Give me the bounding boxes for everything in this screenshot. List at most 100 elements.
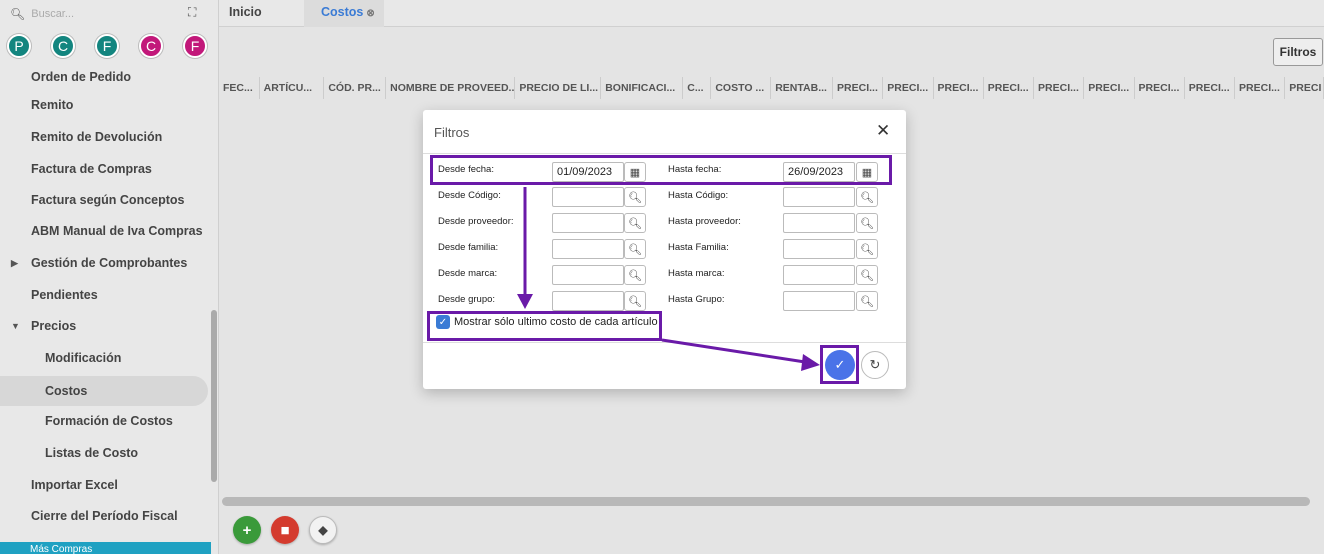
- desde-proveedor-label: Desde proveedor:: [438, 216, 514, 227]
- grid-column-header[interactable]: PRECI...: [1185, 77, 1236, 99]
- sidebar-item-cierre-periodo[interactable]: Cierre del Período Fiscal: [0, 501, 208, 531]
- grid-column-header[interactable]: PRECI...: [1135, 77, 1185, 99]
- grid-column-header[interactable]: PRECI...: [984, 77, 1035, 99]
- sidebar-item-modificacion[interactable]: Modificación: [0, 343, 208, 373]
- grid-column-header[interactable]: PRECI...: [1235, 77, 1286, 99]
- grid-horizontal-scrollbar[interactable]: [222, 497, 1310, 506]
- sidebar-item-label: Remito: [31, 98, 74, 112]
- grid-column-header[interactable]: PRECI...: [1084, 77, 1135, 99]
- grid-column-header[interactable]: FEC...: [219, 77, 260, 99]
- search-input[interactable]: Buscar...: [31, 8, 74, 20]
- sidebar-item-label: Gestión de Comprobantes: [31, 256, 188, 270]
- sidebar-item-label: Precios: [31, 319, 77, 333]
- grid-column-header[interactable]: PRECI...: [833, 77, 884, 99]
- modal-title: Filtros: [434, 125, 470, 140]
- shortcut-f-pink[interactable]: F: [183, 34, 207, 58]
- grid-column-header[interactable]: PRECI...: [934, 77, 984, 99]
- sidebar-item-label: Costos: [45, 384, 88, 398]
- hasta-familia-input[interactable]: [783, 239, 855, 259]
- sidebar-item-label: Remito de Devolución: [31, 130, 163, 144]
- sidebar-item-listas-costo[interactable]: Listas de Costo: [0, 438, 208, 468]
- shortcut-c[interactable]: C: [51, 34, 75, 58]
- hasta-proveedor-input[interactable]: [783, 213, 855, 233]
- desde-codigo-label: Desde Código:: [438, 190, 501, 201]
- grid-column-header[interactable]: COSTO ...: [711, 77, 772, 99]
- sidebar-item-importar-excel[interactable]: Importar Excel: [0, 470, 208, 500]
- sidebar-item-label: ABM Manual de Iva Compras: [31, 224, 203, 238]
- search-icon[interactable]: 🔍︎: [856, 291, 878, 311]
- delete-button[interactable]: ■: [271, 516, 299, 544]
- grid-header: FEC... ARTÍCU... CÓD. PR... NOMBRE DE PROVE…: [219, 76, 1324, 100]
- tab-costos[interactable]: Costos ⊗: [304, 0, 384, 27]
- tab-costos-label: Costos: [321, 5, 364, 19]
- hasta-proveedor-label: Hasta proveedor:: [668, 216, 741, 227]
- sidebar-item-factura-compras[interactable]: Factura de Compras: [0, 154, 208, 184]
- desde-marca-label: Desde marca:: [438, 268, 498, 279]
- close-icon[interactable]: ✕: [876, 121, 890, 141]
- sidebar-item-gestion-comprobantes[interactable]: ▶ Gestión de Comprobantes: [0, 248, 208, 278]
- grid-column-header[interactable]: PRECI: [1285, 77, 1324, 99]
- desde-marca-input[interactable]: [552, 265, 624, 285]
- sidebar-item-factura-conceptos[interactable]: Factura según Conceptos: [0, 185, 208, 215]
- sidebar-item-remito[interactable]: Remito: [0, 90, 208, 120]
- hasta-grupo-input[interactable]: [783, 291, 855, 311]
- sidebar-item-label: Pendientes: [31, 288, 98, 302]
- grid-column-header[interactable]: C...: [683, 77, 712, 99]
- search-icon[interactable]: 🔍︎: [624, 213, 646, 233]
- search-icon[interactable]: 🔍︎: [624, 291, 646, 311]
- sidebar-item-orden-de-pedido[interactable]: Orden de Pedido: [0, 62, 208, 92]
- sidebar-scrollbar[interactable]: [211, 310, 217, 482]
- hasta-codigo-label: Hasta Código:: [668, 190, 729, 201]
- search-icon[interactable]: 🔍︎: [624, 265, 646, 285]
- expand-icon[interactable]: ⛶: [188, 5, 196, 20]
- hasta-codigo-input[interactable]: [783, 187, 855, 207]
- search-icon[interactable]: 🔍︎: [856, 187, 878, 207]
- sidebar-item-precios[interactable]: ▼ Precios: [0, 311, 208, 341]
- search-icon[interactable]: 🔍︎: [624, 187, 646, 207]
- reset-button[interactable]: ↻: [861, 351, 889, 379]
- date-range-highlight: [430, 155, 892, 185]
- desde-grupo-input[interactable]: [552, 291, 624, 311]
- sidebar-item-costos[interactable]: Costos: [0, 376, 208, 406]
- search-icon[interactable]: 🔍︎: [856, 239, 878, 259]
- hasta-marca-label: Hasta marca:: [668, 268, 725, 279]
- grid-column-header[interactable]: ARTÍCU...: [260, 77, 325, 99]
- tag-button[interactable]: ◆: [309, 516, 337, 544]
- confirm-highlight: [820, 345, 859, 384]
- sidebar-item-formacion-costos[interactable]: Formación de Costos: [0, 406, 208, 436]
- tab-bar: Inicio Costos ⊗: [219, 0, 1324, 27]
- search-box[interactable]: 🔍︎ Buscar...: [10, 6, 200, 22]
- search-icon[interactable]: 🔍︎: [856, 213, 878, 233]
- grid-column-header[interactable]: BONIFICACI...: [601, 77, 684, 99]
- grid-column-header[interactable]: PRECIO DE LI...: [515, 77, 602, 99]
- grid-column-header[interactable]: PRECI...: [1034, 77, 1085, 99]
- sidebar-footer[interactable]: Más Compras: [0, 542, 211, 554]
- shortcut-p[interactable]: P: [7, 34, 31, 58]
- tab-inicio[interactable]: Inicio: [229, 5, 304, 19]
- sidebar-item-label: Formación de Costos: [45, 414, 173, 428]
- tab-close-icon[interactable]: ⊗: [366, 8, 374, 19]
- shortcut-f[interactable]: F: [95, 34, 119, 58]
- desde-familia-input[interactable]: [552, 239, 624, 259]
- sidebar-item-pendientes[interactable]: Pendientes: [0, 280, 208, 310]
- grid-column-header[interactable]: NOMBRE DE PROVEED...: [386, 77, 516, 99]
- sidebar-item-label: Factura de Compras: [31, 162, 152, 176]
- grid-column-header[interactable]: PRECI...: [883, 77, 934, 99]
- sidebar-item-remito-devolucion[interactable]: Remito de Devolución: [0, 122, 208, 152]
- hasta-marca-input[interactable]: [783, 265, 855, 285]
- add-button[interactable]: +: [233, 516, 261, 544]
- desde-proveedor-input[interactable]: [552, 213, 624, 233]
- filtros-button[interactable]: Filtros: [1273, 38, 1323, 66]
- shortcut-c-pink[interactable]: C: [139, 34, 163, 58]
- grid-column-header[interactable]: RENTAB...: [771, 77, 834, 99]
- desde-codigo-input[interactable]: [552, 187, 624, 207]
- sidebar-item-label: Modificación: [45, 351, 122, 365]
- sidebar-item-label: Cierre del Período Fiscal: [31, 509, 178, 523]
- search-icon[interactable]: 🔍︎: [856, 265, 878, 285]
- sidebar: 🔍︎ Buscar... ⛶ P C F C F Orden de Pedido…: [0, 0, 219, 554]
- grid-column-header[interactable]: CÓD. PR...: [324, 77, 387, 99]
- sidebar-item-abm-iva-compras[interactable]: ABM Manual de Iva Compras: [0, 216, 208, 246]
- sidebar-item-label: Orden de Pedido: [31, 70, 132, 84]
- search-icon[interactable]: 🔍︎: [624, 239, 646, 259]
- sidebar-footer-label: Más Compras: [30, 544, 93, 554]
